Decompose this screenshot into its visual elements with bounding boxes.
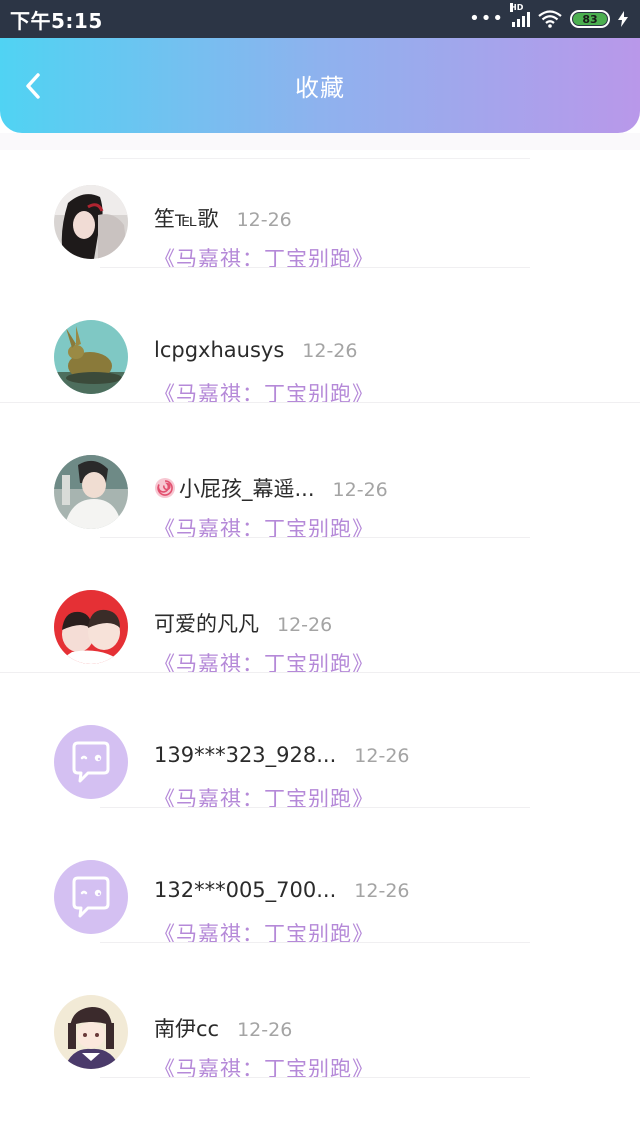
hd-label: HD [510, 3, 524, 12]
chevron-left-icon [26, 72, 40, 99]
date-label: 12-26 [237, 1019, 293, 1041]
user-name[interactable]: 小屁孩_幕遥... [154, 473, 315, 503]
avatar[interactable] [54, 320, 128, 394]
user-name[interactable]: 139***323_928... [154, 743, 336, 767]
list-item[interactable]: lcpgxhausys 12-26 《马嘉祺：丁宝别跑》 [0, 268, 640, 406]
battery-icon: 83 [570, 10, 610, 28]
user-name[interactable]: 132***005_700... [154, 878, 336, 902]
anime-girl-photo-icon [54, 995, 128, 1069]
user-name[interactable]: 笙℡歌 [154, 203, 219, 233]
date-label: 12-26 [236, 209, 292, 231]
user-name[interactable]: 可爱的凡凡 [154, 608, 259, 638]
item-header-row: 小屁孩_幕遥... 12-26 [154, 473, 388, 503]
list-item[interactable]: 132***005_700... 12-26 《马嘉祺：丁宝别跑》 [0, 808, 640, 946]
avatar[interactable] [54, 725, 128, 799]
item-header-row: 南伊cc 12-26 [154, 1013, 292, 1043]
wifi-icon [538, 10, 562, 28]
user-name[interactable]: 南伊cc [154, 1013, 219, 1043]
favorites-list: 笙℡歌 12-26 《马嘉祺：丁宝别跑》 lcpgxhausys 12-26 《… [0, 133, 640, 1081]
lollipop-emoji-icon [155, 478, 175, 498]
more-dots-icon: ••• [469, 8, 504, 29]
avatar[interactable] [54, 185, 128, 259]
app-header: 收藏 [0, 38, 640, 133]
kids-photo-icon [54, 590, 128, 664]
list-item[interactable]: 可爱的凡凡 12-26 《马嘉祺：丁宝别跑》 [0, 538, 640, 676]
date-label: 12-26 [354, 880, 410, 902]
item-header-row: 139***323_928... 12-26 [154, 743, 410, 767]
page-title: 收藏 [295, 74, 345, 102]
chat-bubble-avatar-icon [54, 860, 128, 934]
date-label: 12-26 [302, 340, 358, 362]
status-bar: 下午5:15 ••• HD 83 [0, 0, 640, 38]
list-item[interactable]: 南伊cc 12-26 《马嘉祺：丁宝别跑》 [0, 943, 640, 1081]
status-time: 下午5:15 [10, 8, 103, 33]
charging-icon [618, 11, 628, 27]
boy-photo-icon [54, 455, 128, 529]
girl-photo-icon [54, 185, 128, 259]
list-item[interactable]: 139***323_928... 12-26 《马嘉祺：丁宝别跑》 [0, 673, 640, 811]
battery-level: 83 [573, 13, 607, 26]
signal-icon: HD [510, 3, 530, 27]
avatar[interactable] [54, 455, 128, 529]
user-name[interactable]: lcpgxhausys [154, 338, 284, 362]
back-button[interactable] [18, 67, 48, 105]
date-label: 12-26 [332, 479, 388, 501]
item-header-row: lcpgxhausys 12-26 [154, 338, 357, 362]
list-item[interactable]: 小屁孩_幕遥... 12-26 《马嘉祺：丁宝别跑》 [0, 403, 640, 541]
date-label: 12-26 [277, 614, 333, 636]
item-header-row: 可爱的凡凡 12-26 [154, 608, 332, 638]
user-name-text: 小屁孩_幕遥... [179, 477, 315, 501]
chat-bubble-avatar-icon [54, 725, 128, 799]
avatar[interactable] [54, 590, 128, 664]
avatar[interactable] [54, 860, 128, 934]
rabbit-statue-photo-icon [54, 320, 128, 394]
song-title-link[interactable]: 《马嘉祺：丁宝别跑》 [154, 1053, 374, 1083]
status-icons: ••• HD 83 [469, 3, 628, 29]
date-label: 12-26 [354, 745, 410, 767]
item-header-row: 笙℡歌 12-26 [154, 203, 292, 233]
item-header-row: 132***005_700... 12-26 [154, 878, 410, 902]
avatar[interactable] [54, 995, 128, 1069]
list-item[interactable]: 笙℡歌 12-26 《马嘉祺：丁宝别跑》 [0, 133, 640, 271]
